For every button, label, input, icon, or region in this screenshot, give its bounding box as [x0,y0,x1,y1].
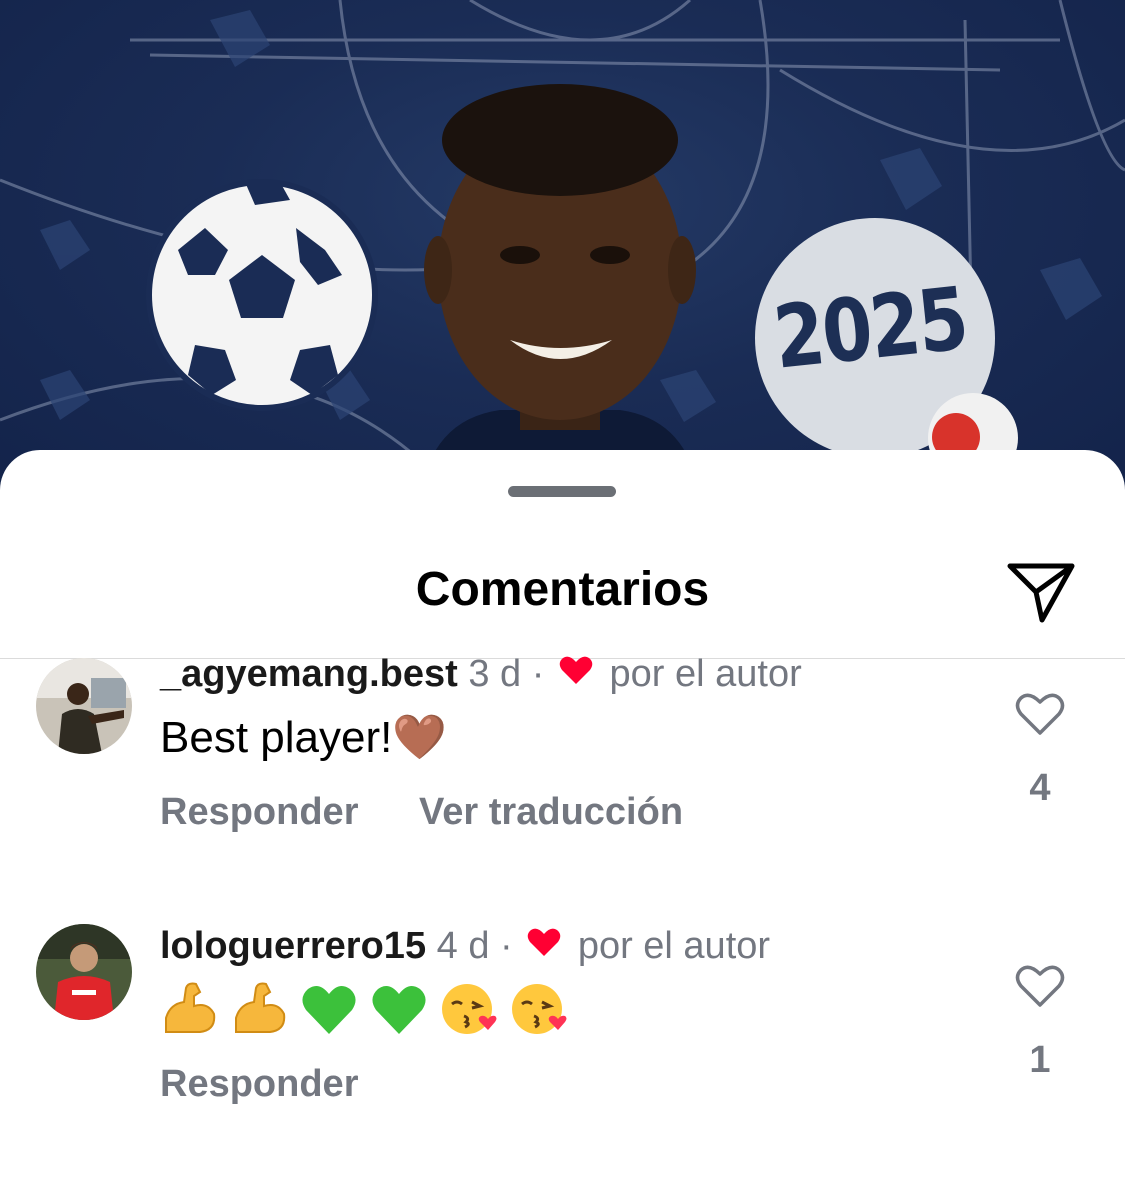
flexed-biceps-icon [235,982,286,1033]
comment-actions: Responder Ver traducción [160,790,733,834]
green-heart-icon [302,985,356,1034]
comment-meta: _agyemang.best 3 d · por el autor [160,652,802,698]
soccer-ball-graphic [146,179,378,411]
liked-by-author-text: por el autor [609,653,802,695]
user-avatar[interactable] [36,658,132,754]
meta-separator: · [531,653,545,695]
liked-by-author-text: por el autor [577,925,771,967]
comment-meta: lologuerrero15 4 d · por el autor [160,924,770,970]
meta-separator: · [500,925,513,967]
face-blowing-kiss-icon [512,984,567,1034]
player-photo [420,84,700,500]
flexed-biceps-icon [165,982,216,1033]
heart-filled-icon [559,651,593,695]
heart-filled-icon [527,923,561,967]
sheet-grabber[interactable] [508,486,616,497]
reply-button[interactable]: Responder [160,791,358,833]
comment-username[interactable]: _agyemang.best [160,653,458,695]
like-count: 4 [1029,767,1051,809]
paper-plane-icon [1007,563,1075,623]
like-count: 1 [1029,1039,1051,1081]
comments-sheet: Comentarios _agyemang.best 3 d · por el … [0,450,1125,1182]
see-translation-button[interactable]: Ver traducción [419,791,683,833]
reply-button[interactable]: Responder [160,1063,358,1105]
comment-emoji-row [160,980,568,1038]
comment-like-column: 4 [1000,692,1080,810]
comment-like-column: 1 [1000,964,1080,1082]
comment-username[interactable]: lologuerrero15 [160,925,426,967]
heart-outline-icon[interactable] [1015,692,1065,736]
year-text: 2025 [769,267,971,389]
user-avatar[interactable] [36,924,132,1020]
post-image: 2025 [0,0,1125,500]
comment-time: 4 d [436,925,490,967]
share-button[interactable] [1006,562,1076,624]
sheet-title: Comentarios [415,563,710,616]
comment-actions: Responder [160,1062,408,1106]
face-blowing-kiss-icon [442,984,497,1034]
comment-text: Best player!🤎 [160,713,448,762]
comment-time: 3 d [468,653,522,695]
heart-outline-icon[interactable] [1015,964,1065,1008]
comments-screen: 2025 Comentarios _agyemang.best 3 d · po… [0,0,1125,1182]
green-heart-icon [372,985,426,1034]
